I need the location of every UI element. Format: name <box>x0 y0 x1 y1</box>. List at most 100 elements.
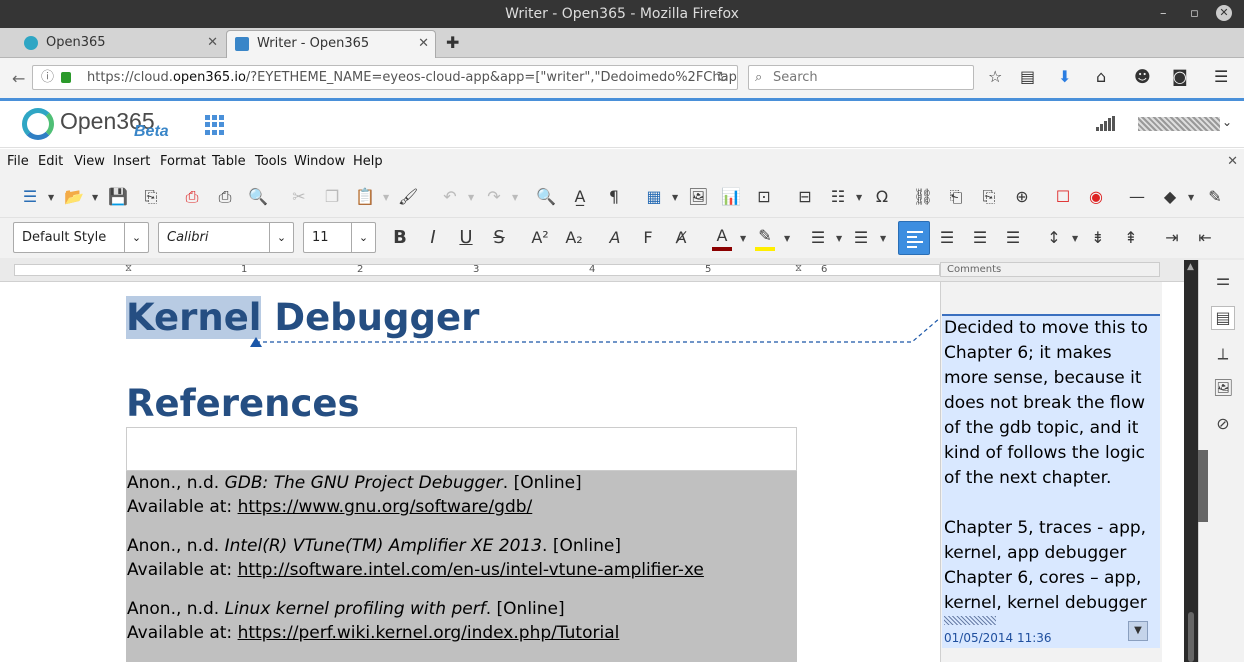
chevron-down-icon[interactable]: ⌄ <box>351 223 375 252</box>
insert-page-break-icon[interactable]: ⊟ <box>795 188 815 206</box>
insert-line-icon[interactable]: — <box>1127 188 1147 206</box>
hamburger-menu-icon[interactable]: ☰ <box>1214 67 1228 86</box>
italic-icon[interactable]: I <box>423 229 443 247</box>
undo-icon[interactable]: ↶ <box>440 188 460 206</box>
new-tab-icon[interactable]: ✚ <box>446 33 459 52</box>
formatting-marks-icon[interactable]: ¶ <box>604 188 624 206</box>
underline-icon[interactable]: U <box>456 229 476 247</box>
reference-link[interactable]: https://www.gnu.org/software/gdb/ <box>238 497 533 517</box>
chevron-down-icon[interactable]: ⌄ <box>1222 115 1232 129</box>
line-spacing-icon[interactable]: ↕ <box>1044 229 1064 247</box>
bookmarks-list-icon[interactable]: ▤ <box>1020 67 1035 86</box>
insert-comment-icon[interactable]: ☐ <box>1053 188 1073 206</box>
tab-close-icon[interactable]: ✕ <box>207 30 218 56</box>
menu-insert[interactable]: Insert <box>113 149 150 174</box>
search-input[interactable]: ⌕ Search <box>748 65 974 90</box>
comment-box[interactable]: Decided to move this to Chapter 6; it ma… <box>942 314 1160 648</box>
tab-open365[interactable]: Open365 ✕ <box>0 30 224 58</box>
minimize-icon[interactable]: – <box>1160 0 1167 28</box>
insert-field-icon[interactable]: ☷ <box>828 188 848 206</box>
close-document-icon[interactable]: ✕ <box>1227 149 1238 174</box>
find-replace-icon[interactable]: 🔍 <box>536 188 556 206</box>
align-center-icon[interactable]: ☰ <box>937 229 957 247</box>
print-icon[interactable]: ⎙ <box>215 188 235 206</box>
paste-icon[interactable]: 📋 <box>355 188 375 206</box>
bookmark-icon[interactable]: ⊕ <box>1012 188 1032 206</box>
menu-edit[interactable]: Edit <box>38 149 63 174</box>
reload-icon[interactable]: ↻ <box>716 66 729 89</box>
scroll-thumb[interactable] <box>1188 612 1194 662</box>
menu-help[interactable]: Help <box>353 149 383 174</box>
menu-format[interactable]: Format <box>160 149 206 174</box>
chevron-down-icon[interactable]: ⌄ <box>124 223 148 252</box>
menu-tools[interactable]: Tools <box>255 149 287 174</box>
superscript-icon[interactable]: A² <box>530 229 550 247</box>
paragraph-style-select[interactable]: Default Style ⌄ <box>13 222 149 253</box>
sidebar-collapse-handle[interactable] <box>1198 450 1208 522</box>
insert-image-icon[interactable]: 🖼 <box>688 188 708 206</box>
styles-icon[interactable]: ▤ <box>1211 306 1235 330</box>
home-icon[interactable]: ⌂ <box>1096 67 1106 86</box>
comment-menu-chevron-icon[interactable]: ▼ <box>1128 621 1148 641</box>
bullet-list-icon[interactable]: ☰ <box>808 229 828 247</box>
draw-functions-icon[interactable]: ✎ <box>1205 188 1225 206</box>
endnote-icon[interactable]: ⎘ <box>979 188 999 206</box>
cut-icon[interactable]: ✂ <box>289 188 309 206</box>
align-left-button[interactable] <box>898 221 930 255</box>
reference-link[interactable]: https://perf.wiki.kernel.org/index.php/T… <box>238 623 620 643</box>
back-arrow-icon[interactable]: ← <box>12 69 25 88</box>
decrease-paragraph-spacing-icon[interactable]: ⇞ <box>1121 229 1141 247</box>
special-character-icon[interactable]: Ω <box>872 188 892 206</box>
open-folder-icon[interactable]: 📂 <box>64 188 84 206</box>
justify-icon[interactable]: ☰ <box>1003 229 1023 247</box>
bookmark-star-icon[interactable]: ☆ <box>988 67 1002 86</box>
apps-grid-icon[interactable] <box>205 115 225 135</box>
reference-entry[interactable]: Anon., n.d. GDB: The GNU Project Debugge… <box>127 471 797 519</box>
spelling-icon[interactable]: A̲ <box>570 188 590 206</box>
reference-entry[interactable]: Anon., n.d. Linux kernel profiling with … <box>127 597 797 645</box>
reference-link[interactable]: http://software.intel.com/en-us/intel-vt… <box>238 560 704 580</box>
pocket-icon[interactable]: ◙ <box>1172 67 1188 86</box>
vertical-scrollbar[interactable]: ▲ <box>1184 260 1198 662</box>
copy-icon[interactable]: ❐ <box>322 188 342 206</box>
tab-writer[interactable]: Writer - Open365 ✕ <box>226 30 436 58</box>
bold-icon[interactable]: B <box>390 229 410 247</box>
redo-icon[interactable]: ↷ <box>484 188 504 206</box>
decrease-indent-icon[interactable]: ⇤ <box>1195 229 1215 247</box>
align-right-icon[interactable]: ☰ <box>970 229 990 247</box>
tab-close-icon[interactable]: ✕ <box>418 31 429 57</box>
track-changes-icon[interactable]: ◉ <box>1086 188 1106 206</box>
subscript-icon[interactable]: A₂ <box>564 229 584 247</box>
new-document-icon[interactable]: ☰ <box>20 188 40 206</box>
scroll-up-icon[interactable]: ▲ <box>1187 262 1194 272</box>
chat-icon[interactable]: ☻ <box>1134 67 1151 86</box>
hyperlink-icon[interactable]: ⛓ <box>913 188 933 206</box>
font-size-select[interactable]: 11 ⌄ <box>303 222 376 253</box>
menu-window[interactable]: Window <box>294 149 345 174</box>
strikethrough-icon[interactable]: S <box>489 229 509 247</box>
save-as-icon[interactable]: ⎘ <box>141 188 161 206</box>
gallery-icon[interactable]: 🖼 <box>1213 378 1233 397</box>
clone-formatting-icon[interactable]: 🖌 <box>398 188 418 206</box>
export-pdf-icon[interactable]: ⎙ <box>182 188 202 206</box>
properties-icon[interactable]: ⚌ <box>1213 270 1233 289</box>
selected-text[interactable]: Kernel <box>126 296 262 339</box>
insert-table-icon[interactable]: ▦ <box>644 188 664 206</box>
clear-formatting-icon[interactable]: Ⱥ <box>671 229 691 247</box>
print-preview-icon[interactable]: 🔍 <box>248 188 268 206</box>
reference-entry[interactable]: Anon., n.d. Intel(R) VTune(TM) Amplifier… <box>127 534 797 582</box>
increase-indent-icon[interactable]: ⇥ <box>1162 229 1182 247</box>
increase-paragraph-spacing-icon[interactable]: ⇟ <box>1088 229 1108 247</box>
font-name-select[interactable]: Calibri ⌄ <box>158 222 294 253</box>
insert-chart-icon[interactable]: 📊 <box>721 188 741 206</box>
user-name-redacted[interactable] <box>1138 117 1220 131</box>
highlight-color-icon[interactable]: ✎ <box>755 227 775 251</box>
menu-file[interactable]: File <box>7 149 29 174</box>
page-icon[interactable]: ⟂ <box>1213 344 1233 364</box>
bibliography-frame[interactable] <box>126 427 797 471</box>
close-window-icon[interactable]: ✕ <box>1216 5 1232 21</box>
insert-textbox-icon[interactable]: ⊡ <box>754 188 774 206</box>
menu-view[interactable]: View <box>74 149 105 174</box>
footnote-icon[interactable]: ⎗ <box>946 188 966 206</box>
menu-table[interactable]: Table <box>212 149 246 174</box>
